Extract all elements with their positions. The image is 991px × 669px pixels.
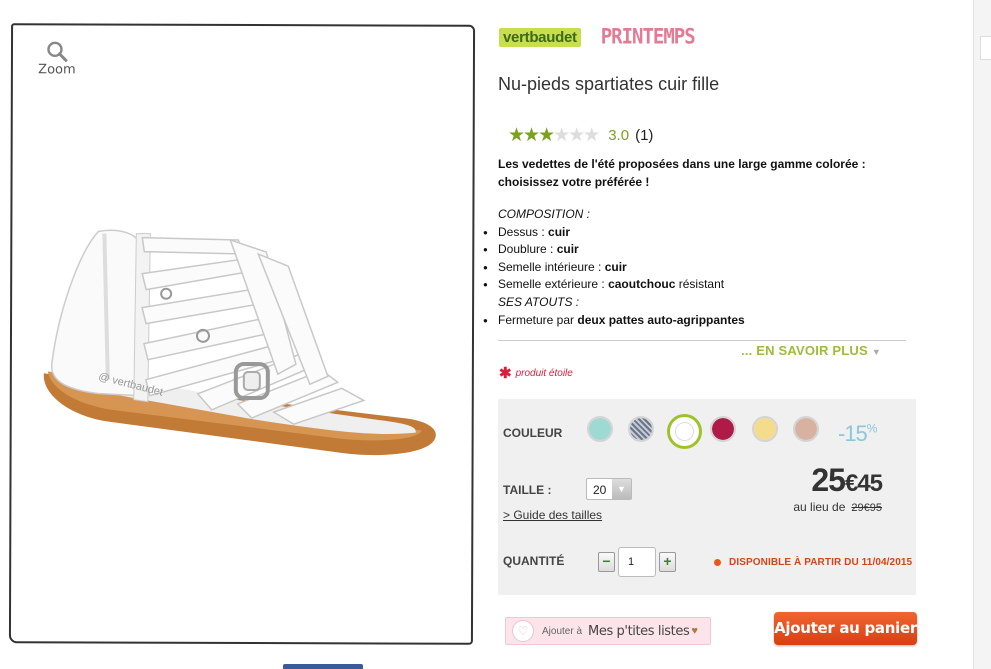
quantity-input[interactable]: 1 xyxy=(618,547,656,577)
vertbaudet-logo[interactable]: vertbaudet xyxy=(499,27,581,47)
discount-badge: -15% xyxy=(838,421,877,446)
atouts-heading: SES ATOUTS : xyxy=(498,294,580,309)
color-swatch[interactable] xyxy=(628,416,654,442)
quantity-plus-button[interactable]: + xyxy=(659,552,676,572)
availability-text: DISPONIBLE À PARTIR DU 11/04/2015 xyxy=(729,557,913,568)
quantity-stepper: − 1 + xyxy=(598,547,676,577)
composition-item: Doublure : cuir xyxy=(483,241,745,259)
rating-stars: ★★★★★★ xyxy=(508,125,600,146)
add-to-wishlist-button[interactable]: ♡ Ajouter à Mes p'tites listes ♥ xyxy=(505,617,711,645)
current-price: 25€45 xyxy=(811,462,883,498)
composition-item: Dessus : cuir xyxy=(483,224,745,242)
color-swatch[interactable] xyxy=(793,416,819,442)
color-swatch[interactable] xyxy=(587,416,613,442)
printemps-logo[interactable]: PRINTEMPS xyxy=(601,25,696,49)
rating-count[interactable]: (1) xyxy=(635,127,653,144)
size-select[interactable]: 20 ▼ xyxy=(586,478,632,500)
add-to-cart-button[interactable]: Ajouter au panier xyxy=(774,612,917,645)
purchase-panel: COULEUR -15% TAILLE : 20 ▼ > Guide des t… xyxy=(498,399,916,595)
bottom-tab[interactable] xyxy=(283,664,363,669)
size-label: TAILLE : xyxy=(503,483,552,497)
size-value: 20 xyxy=(593,483,607,497)
atouts-list: Fermeture par deux pattes auto-agrippant… xyxy=(483,312,745,330)
product-sandal-image[interactable]: @ vertbaudet xyxy=(38,203,439,464)
wishlist-name: Mes p'tites listes xyxy=(588,623,690,639)
status-dot-icon xyxy=(714,559,721,566)
size-guide-link[interactable]: > Guide des tailles xyxy=(503,508,602,522)
availability-status: DISPONIBLE À PARTIR DU 11/04/2015 xyxy=(714,557,912,568)
composition-heading: COMPOSITION : xyxy=(498,207,591,221)
rating-value: 3.0 xyxy=(608,127,630,144)
magnifier-icon xyxy=(47,41,68,62)
color-swatch[interactable] xyxy=(752,416,778,442)
page-edge-strip xyxy=(973,0,991,669)
small-heart-icon: ♥ xyxy=(691,625,698,637)
product-rating[interactable]: ★★★★★★ 3.0 (1) xyxy=(508,126,653,145)
zoom-label: Zoom xyxy=(38,62,76,78)
product-image-frame: Zoom @ vertbaudet xyxy=(8,23,476,645)
more-info-link[interactable]: ... EN SAVOIR PLUS ▼ xyxy=(741,343,881,358)
product-description: Les vedettes de l'été proposées dans une… xyxy=(498,157,866,189)
color-swatch[interactable] xyxy=(710,416,736,442)
brand-logos: vertbaudet PRINTEMPS xyxy=(499,25,696,49)
atout-item: Fermeture par deux pattes auto-agrippant… xyxy=(483,312,745,330)
heart-icon: ♡ xyxy=(512,620,534,642)
wishlist-prefix: Ajouter à xyxy=(542,625,583,637)
star-product-badge: ✱ produit étoile xyxy=(499,364,573,382)
product-title: Nu-pieds spartiates cuir fille xyxy=(498,74,720,94)
quantity-label: QUANTITÉ xyxy=(503,554,565,568)
asterisk-icon: ✱ xyxy=(499,365,512,382)
composition-list: Dessus : cuir Doublure : cuir Semelle in… xyxy=(483,224,745,294)
edge-tab xyxy=(980,36,991,60)
dropdown-arrow-icon: ▼ xyxy=(612,479,631,499)
star-product-label: produit étoile xyxy=(515,367,573,379)
color-label: COULEUR xyxy=(503,426,563,440)
divider xyxy=(498,340,906,341)
color-swatch-selected[interactable] xyxy=(667,414,702,449)
quantity-minus-button[interactable]: − xyxy=(598,552,615,572)
composition-item: Semelle extérieure : caoutchouc résistan… xyxy=(483,276,745,294)
chevron-down-icon: ▼ xyxy=(871,347,881,357)
composition-item: Semelle intérieure : cuir xyxy=(483,259,745,277)
old-price: au lieu de 29€95 xyxy=(793,500,882,514)
product-details: COMPOSITION : Dessus : cuir Doublure : c… xyxy=(483,206,745,330)
zoom-control[interactable]: Zoom xyxy=(37,40,77,77)
